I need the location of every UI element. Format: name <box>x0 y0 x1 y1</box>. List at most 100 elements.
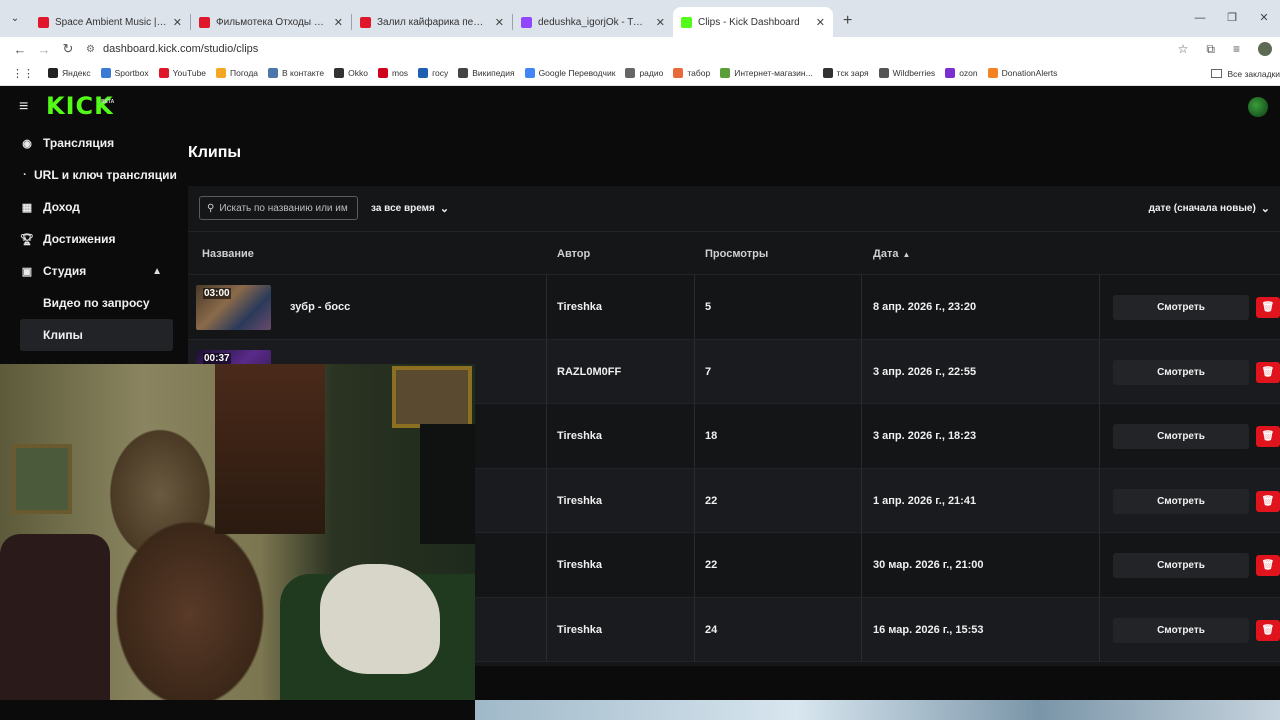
search-input[interactable] <box>219 202 352 214</box>
media-controls-icon[interactable]: ≡ <box>1233 42 1240 56</box>
clip-title: зубр - босс <box>290 301 351 313</box>
back-icon[interactable]: ← <box>8 42 32 57</box>
new-tab-icon[interactable]: + <box>843 12 852 30</box>
bookmark-favicon-icon <box>418 68 429 78</box>
bookmark-item[interactable]: Интернет-магазин... <box>720 68 813 78</box>
revenue-chart-icon: ▦ <box>21 201 33 214</box>
browser-tab-4[interactable]: dedushka_igorjOk - Twitch ✕ <box>513 7 673 37</box>
extensions-icon[interactable]: ⧉ <box>1206 42 1215 57</box>
trash-icon: 🗑︎ <box>1261 624 1275 636</box>
bookmark-label: Википедия <box>472 68 515 78</box>
sidebar-item-revenue[interactable]: ▦ Доход <box>0 191 185 223</box>
browser-tab-5-active[interactable]: Clips - Kick Dashboard ✕ <box>673 7 833 37</box>
delete-button[interactable]: 🗑︎ <box>1256 490 1280 512</box>
forward-icon[interactable]: → <box>32 42 56 57</box>
menu-icon[interactable]: ≡ <box>19 98 28 116</box>
column-header-date[interactable]: Дата ▲ <box>873 233 910 275</box>
column-divider <box>546 533 547 597</box>
tab-close-icon[interactable]: ✕ <box>495 16 504 29</box>
time-filter-label: за все время <box>371 202 435 214</box>
sidebar-item-stream-key[interactable]: · URL и ключ трансляции <box>0 159 185 191</box>
user-avatar[interactable] <box>1248 97 1268 117</box>
bookmark-favicon-icon <box>100 68 111 78</box>
browser-tab-3[interactable]: Залил кайфарика перцовкой ✕ <box>352 7 512 37</box>
bookmark-item[interactable]: Погода <box>216 68 258 78</box>
clip-author: Tireshka <box>557 623 603 636</box>
site-info-icon[interactable]: ⚙ <box>86 44 95 55</box>
chevron-up-icon: ▲ <box>152 265 162 277</box>
sidebar-item-achievements[interactable]: 🏆︎ Достижения <box>0 223 185 255</box>
tab-search-dropdown-icon[interactable]: ⌄ <box>0 0 30 37</box>
close-window-icon[interactable]: ✕ <box>1248 0 1280 37</box>
watch-button[interactable]: Смотреть <box>1113 359 1249 385</box>
bookmark-item[interactable]: DonationAlerts <box>987 68 1057 78</box>
bookmark-favicon-icon <box>625 68 636 78</box>
bookmark-item[interactable]: госу <box>418 68 448 78</box>
window-controls: — ❐ ✕ <box>1184 0 1280 37</box>
maximize-icon[interactable]: ❐ <box>1216 0 1248 37</box>
tab-close-icon[interactable]: ✕ <box>334 16 343 29</box>
bookmark-item[interactable]: радио <box>625 68 663 78</box>
bookmark-item[interactable]: Яндекс <box>48 68 91 78</box>
column-header-name[interactable]: Название <box>202 233 254 275</box>
profile-avatar[interactable] <box>1258 42 1272 56</box>
sidebar-item-vod[interactable]: Видео по запросу <box>0 287 185 319</box>
apps-grid-icon[interactable]: ⋮⋮ <box>12 67 34 80</box>
watch-button[interactable]: Смотреть <box>1113 617 1249 643</box>
watch-button[interactable]: Смотреть <box>1113 488 1249 514</box>
column-divider <box>1099 533 1100 597</box>
bookmark-item[interactable]: ozon <box>945 68 978 78</box>
bookmark-item[interactable]: Google Переводчик <box>524 68 615 78</box>
search-box[interactable]: ⚲ <box>199 196 358 220</box>
watch-button[interactable]: Смотреть <box>1113 295 1249 320</box>
url-field[interactable]: ⚙ dashboard.kick.com/studio/clips <box>86 43 258 55</box>
youtube-favicon-icon <box>360 16 371 28</box>
table-row[interactable]: 03:00 зубр - босс Tireshka 5 8 апр. 2026 г.,… <box>188 275 1280 340</box>
watch-button[interactable]: Смотреть <box>1113 553 1249 578</box>
bookmark-favicon-icon <box>720 68 731 78</box>
bookmark-item[interactable]: Википедия <box>458 68 515 78</box>
desktop-wallpaper-strip <box>475 700 1280 720</box>
tab-close-icon[interactable]: ✕ <box>656 16 665 29</box>
sidebar-item-clips[interactable]: Клипы <box>20 319 173 351</box>
time-filter-dropdown[interactable]: за все время ⌄ <box>371 196 449 220</box>
sort-dropdown[interactable]: дате (сначала новые) ⌄ <box>1149 196 1270 220</box>
bookmark-label: госу <box>432 68 449 78</box>
column-divider <box>1099 468 1100 533</box>
clip-duration: 00:37 <box>203 352 231 364</box>
sidebar-item-broadcast[interactable]: ◉ Трансляция <box>0 127 185 159</box>
watch-button[interactable]: Смотреть <box>1113 424 1249 449</box>
delete-button[interactable]: 🗑︎ <box>1256 619 1280 641</box>
folder-icon <box>1211 69 1223 78</box>
reload-icon[interactable]: ↻ <box>56 41 80 57</box>
delete-button[interactable]: 🗑︎ <box>1256 555 1280 576</box>
trash-icon: 🗑︎ <box>1261 302 1275 313</box>
column-header-author[interactable]: Автор <box>557 233 590 275</box>
column-divider <box>1099 275 1100 339</box>
bookmark-star-icon[interactable]: ☆ <box>1178 42 1189 56</box>
minimize-icon[interactable]: — <box>1184 0 1216 37</box>
search-icon: ⚲ <box>207 202 215 214</box>
delete-button[interactable]: 🗑︎ <box>1256 426 1280 447</box>
browser-tab-2[interactable]: Фильмотека Отходы Общества ✕ <box>191 7 351 37</box>
bookmark-item[interactable]: табор <box>673 68 710 78</box>
column-header-views[interactable]: Просмотры <box>705 233 768 275</box>
bookmark-item[interactable]: Okko <box>334 68 368 78</box>
bookmark-item[interactable]: YouTube <box>158 68 206 78</box>
delete-button[interactable]: 🗑︎ <box>1256 361 1280 383</box>
bookmark-favicon-icon <box>158 68 169 78</box>
bookmark-item[interactable]: Wildberries <box>878 68 935 78</box>
tab-close-icon[interactable]: ✕ <box>173 16 182 29</box>
browser-tab-1[interactable]: Space Ambient Music | INTER ✕ <box>30 7 190 37</box>
sidebar-item-studio[interactable]: ▣ Студия ▲ <box>0 255 185 287</box>
kick-logo[interactable]: KICK <box>46 92 114 120</box>
bookmark-item[interactable]: mos <box>378 68 408 78</box>
delete-button[interactable]: 🗑︎ <box>1256 297 1280 318</box>
column-header-label: Просмотры <box>705 248 769 260</box>
bookmark-item[interactable]: Sportbox <box>100 68 149 78</box>
tab-close-icon[interactable]: ✕ <box>816 16 825 29</box>
bookmark-item[interactable]: тск заря <box>822 68 869 78</box>
bookmark-item[interactable]: В контакте <box>268 68 324 78</box>
clip-views: 24 <box>705 623 718 636</box>
all-bookmarks[interactable]: Все закладки <box>1211 61 1280 86</box>
